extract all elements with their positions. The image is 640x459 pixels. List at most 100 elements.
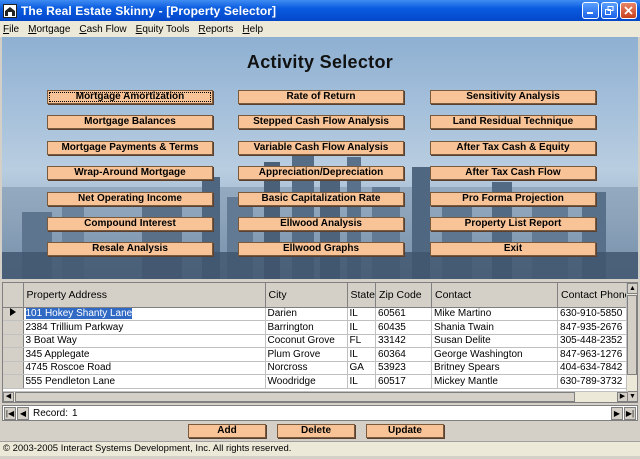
table-cell[interactable]: Mike Martino <box>431 307 559 321</box>
table-cell[interactable]: 847-935-2676 <box>557 320 632 335</box>
table-cell[interactable]: 630-910-5850 <box>557 307 632 321</box>
add-button[interactable]: Add <box>188 424 266 438</box>
selected-cell-text[interactable]: 101 Hokey Shanty Lane <box>25 308 133 320</box>
row-selector[interactable] <box>3 320 24 335</box>
table-cell[interactable]: Norcross <box>265 361 348 375</box>
table-cell[interactable]: 2384 Trillium Parkway <box>23 320 266 335</box>
table-cell[interactable]: Coconut Grove <box>265 334 348 348</box>
table-cell[interactable]: George Washington <box>431 347 559 362</box>
column-header-property-address[interactable]: Property Address <box>23 283 266 308</box>
table-cell[interactable]: 53923 <box>375 361 433 375</box>
activity-button-stepped-cash-flow-analysis[interactable]: Stepped Cash Flow Analysis <box>238 115 404 129</box>
menu-file[interactable]: File <box>3 24 19 35</box>
table-cell[interactable]: 345 Applegate <box>23 347 266 362</box>
activity-button-basic-capitalization-rate[interactable]: Basic Capitalization Rate <box>238 192 404 206</box>
table-cell[interactable]: Woodridge <box>265 374 348 389</box>
activity-button-mortgage-balances[interactable]: Mortgage Balances <box>47 115 213 129</box>
menu-equity-tools[interactable]: Equity Tools <box>136 24 190 35</box>
table-cell[interactable]: IL <box>347 374 377 389</box>
vertical-scroll-thumb[interactable] <box>627 295 637 375</box>
delete-button[interactable]: Delete <box>277 424 355 438</box>
activity-button-after-tax-cash-equity[interactable]: After Tax Cash & Equity <box>430 141 596 155</box>
scroll-down-icon[interactable]: ▼ <box>627 391 637 402</box>
table-cell[interactable]: 847-963-1276 <box>557 347 632 362</box>
table-row[interactable]: 345 Applegate Plum Grove IL 60364 George Was… <box>3 347 632 362</box>
table-cell[interactable]: 555 Pendleton Lane <box>23 374 266 389</box>
table-cell[interactable]: 305-448-2352 <box>557 334 632 348</box>
table-cell[interactable]: Barrington <box>265 320 348 335</box>
activity-button-net-operating-income[interactable]: Net Operating Income <box>47 192 213 206</box>
table-cell[interactable]: 60364 <box>375 347 433 362</box>
update-button[interactable]: Update <box>366 424 444 438</box>
table-cell[interactable]: Darien <box>265 307 348 321</box>
table-cell[interactable]: Britney Spears <box>431 361 559 375</box>
table-cell[interactable]: IL <box>347 307 377 321</box>
scroll-up-icon[interactable]: ▲ <box>627 283 637 294</box>
menu-help[interactable]: Help <box>242 24 263 35</box>
row-selector[interactable] <box>3 347 24 362</box>
activity-button-variable-cash-flow-analysis[interactable]: Variable Cash Flow Analysis <box>238 141 404 155</box>
activity-button-rate-of-return[interactable]: Rate of Return <box>238 90 404 104</box>
column-header-contact-phone[interactable]: Contact Phone <box>557 283 632 308</box>
table-row[interactable]: 4745 Roscoe Road Norcross GA 53923 Britney S… <box>3 361 632 375</box>
activity-button-compound-interest[interactable]: Compound Interest <box>47 217 213 231</box>
first-record-icon[interactable]: |◀ <box>4 406 16 420</box>
scroll-left-icon[interactable]: ◀ <box>3 392 14 402</box>
table-cell[interactable]: Susan Delite <box>431 334 559 348</box>
activity-button-mortgage-amortization[interactable]: Mortgage Amortization <box>47 90 213 104</box>
row-selector[interactable] <box>3 334 24 348</box>
table-cell[interactable]: Mickey Mantle <box>431 374 559 389</box>
table-cell[interactable]: IL <box>347 347 377 362</box>
activity-button-sensitivity-analysis[interactable]: Sensitivity Analysis <box>430 90 596 104</box>
minimize-icon[interactable] <box>582 2 599 19</box>
table-cell[interactable]: Plum Grove <box>265 347 348 362</box>
activity-button-ellwood-analysis[interactable]: Ellwood Analysis <box>238 217 404 231</box>
activity-button-mortgage-payments-terms[interactable]: Mortgage Payments & Terms <box>47 141 213 155</box>
table-cell[interactable]: Shania Twain <box>431 320 559 335</box>
table-row[interactable]: 2384 Trillium Parkway Barrington IL 60435 Sh… <box>3 320 632 335</box>
record-number[interactable]: 1 <box>72 408 78 419</box>
activity-button-exit[interactable]: Exit <box>430 242 596 256</box>
column-header-state[interactable]: State <box>347 283 377 308</box>
table-row[interactable]: 3 Boat Way Coconut Grove FL 33142 Susan Deli… <box>3 334 632 348</box>
next-record-icon[interactable]: ▶ <box>611 407 623 420</box>
activity-button-property-list-report[interactable]: Property List Report <box>430 217 596 231</box>
activity-button-ellwood-graphs[interactable]: Ellwood Graphs <box>238 242 404 256</box>
table-row[interactable]: 555 Pendleton Lane Woodridge IL 60517 Mickey… <box>3 374 632 389</box>
current-row-indicator-icon[interactable] <box>3 307 24 321</box>
activity-button-pro-forma-projection[interactable]: Pro Forma Projection <box>430 192 596 206</box>
horizontal-scroll-thumb[interactable] <box>15 392 575 402</box>
activity-button-after-tax-cash-flow[interactable]: After Tax Cash Flow <box>430 166 596 180</box>
horizontal-scrollbar[interactable]: ◀ ▶ <box>3 391 628 402</box>
activity-button-resale-analysis[interactable]: Resale Analysis <box>47 242 213 256</box>
table-cell[interactable]: IL <box>347 320 377 335</box>
close-icon[interactable] <box>620 2 637 19</box>
table-cell[interactable]: 60561 <box>375 307 433 321</box>
table-cell[interactable]: 404-634-7842 <box>557 361 632 375</box>
vertical-scrollbar[interactable]: ▲ ▼ <box>626 283 637 402</box>
last-record-icon[interactable]: ▶| <box>624 407 636 420</box>
table-cell[interactable]: 60435 <box>375 320 433 335</box>
activity-button-appreciation-depreciation[interactable]: Appreciation/Depreciation <box>238 166 404 180</box>
table-cell[interactable]: 3 Boat Way <box>23 334 266 348</box>
table-cell[interactable]: 101 Hokey Shanty Lane <box>23 307 266 321</box>
column-header-city[interactable]: City <box>265 283 348 308</box>
scroll-right-icon[interactable]: ▶ <box>617 392 628 402</box>
table-cell[interactable]: FL <box>347 334 377 348</box>
row-selector[interactable] <box>3 361 24 375</box>
column-header-zip-code[interactable]: Zip Code <box>375 283 433 308</box>
prev-record-icon[interactable]: ◀ <box>17 406 29 420</box>
activity-button-land-residual-technique[interactable]: Land Residual Technique <box>430 115 596 129</box>
menu-cash-flow[interactable]: Cash Flow <box>79 24 126 35</box>
table-cell[interactable]: GA <box>347 361 377 375</box>
activity-button-wrap-around-mortgage[interactable]: Wrap-Around Mortgage <box>47 166 213 180</box>
menu-mortgage[interactable]: Mortgage <box>28 24 70 35</box>
restore-icon[interactable] <box>601 2 618 19</box>
table-cell[interactable]: 630-789-3732 <box>557 374 632 389</box>
table-cell[interactable]: 33142 <box>375 334 433 348</box>
table-cell[interactable]: 60517 <box>375 374 433 389</box>
column-header-contact[interactable]: Contact <box>431 283 559 308</box>
table-cell[interactable]: 4745 Roscoe Road <box>23 361 266 375</box>
row-selector[interactable] <box>3 374 24 389</box>
app-icon[interactable] <box>3 3 17 18</box>
